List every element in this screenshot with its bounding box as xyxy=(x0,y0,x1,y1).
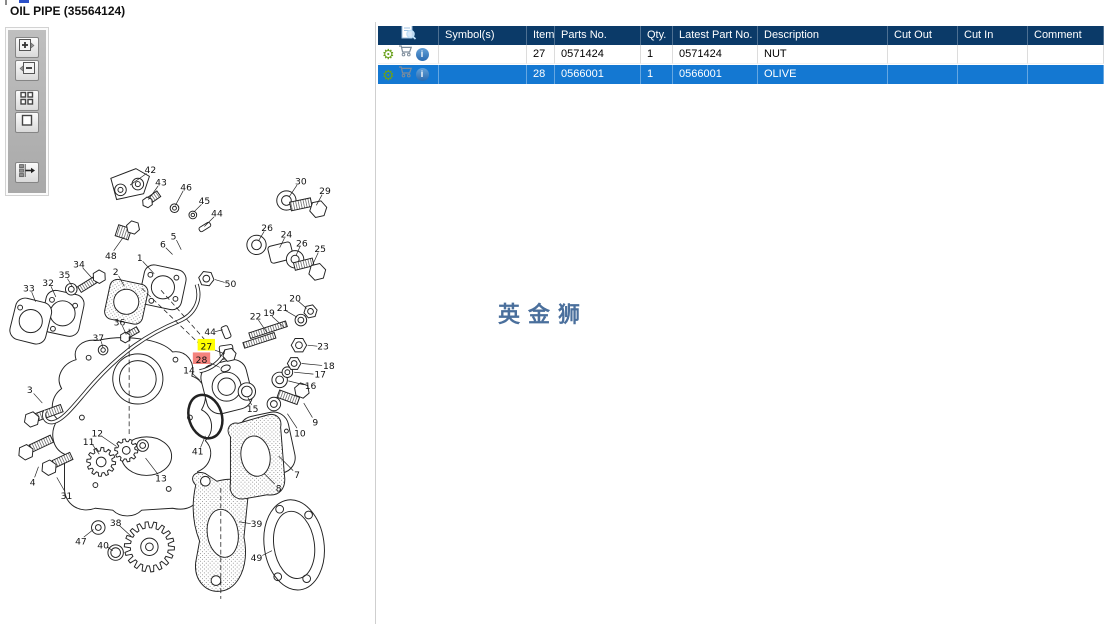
column-header-icons[interactable] xyxy=(378,26,439,45)
cell-item: 28 xyxy=(527,65,555,84)
cell-symbols xyxy=(439,65,527,84)
part-callout-6[interactable]: 6 xyxy=(160,239,166,250)
part-callout-19[interactable]: 19 xyxy=(263,308,275,319)
part-callout-49[interactable]: 49 xyxy=(251,553,263,564)
part-callout-5[interactable]: 5 xyxy=(171,232,177,243)
cell-latest_part_no: 0566001 xyxy=(673,65,758,84)
part-callout-33[interactable]: 33 xyxy=(23,284,35,295)
column-header-parts_no[interactable]: Parts No. xyxy=(555,26,641,45)
cropped-ui-fragment xyxy=(19,0,29,3)
cell-parts_no: 0571424 xyxy=(555,45,641,64)
cell-description: NUT xyxy=(758,45,888,64)
part-callout-20[interactable]: 20 xyxy=(289,293,301,304)
cell-cut_out xyxy=(888,65,958,84)
preview-icon xyxy=(398,26,418,45)
part-callout-21[interactable]: 21 xyxy=(277,303,289,314)
part-callout-40[interactable]: 40 xyxy=(97,540,109,551)
cell-parts_no: 0566001 xyxy=(555,65,641,84)
table-row[interactable]: ⚙ i 27 0571424 1 0571424 NUT xyxy=(378,45,1104,64)
part-callout-27[interactable]: 27 xyxy=(201,342,213,353)
part-callout-32[interactable]: 32 xyxy=(42,278,54,289)
part-callout-42[interactable]: 42 xyxy=(145,165,157,176)
part-callout-37[interactable]: 37 xyxy=(92,333,104,344)
column-header-cut_in[interactable]: Cut In xyxy=(958,26,1028,45)
part-callout-22[interactable]: 22 xyxy=(250,312,262,323)
cell-comment xyxy=(1028,45,1104,64)
part-callout-12[interactable]: 12 xyxy=(91,428,103,439)
pane-divider xyxy=(375,22,376,624)
cropped-ui-fragment xyxy=(5,0,7,5)
part-callout-35[interactable]: 35 xyxy=(59,270,71,281)
part-callout-15[interactable]: 15 xyxy=(247,404,259,415)
table-header-row: Symbol(s) Item Parts No. Qty. Latest Part No… xyxy=(378,26,1104,45)
part-callout-29[interactable]: 29 xyxy=(319,186,331,197)
column-header-symbols[interactable]: Symbol(s) xyxy=(439,26,527,45)
parts-table: Symbol(s) Item Parts No. Qty. Latest Part No… xyxy=(378,26,1104,84)
cell-item: 27 xyxy=(527,45,555,64)
part-callout-47[interactable]: 47 xyxy=(75,536,87,547)
part-callout-3[interactable]: 3 xyxy=(27,385,33,396)
gear-icon[interactable]: ⚙ xyxy=(382,68,395,82)
column-header-item[interactable]: Item xyxy=(527,26,555,45)
part-callout-48[interactable]: 48 xyxy=(105,251,117,262)
column-header-description[interactable]: Description xyxy=(758,26,888,45)
cart-icon[interactable] xyxy=(398,45,413,63)
part-callout-44[interactable]: 44 xyxy=(204,327,216,338)
part-callout-39[interactable]: 39 xyxy=(251,519,263,530)
cell-cut_in xyxy=(958,45,1028,64)
part-callout-14[interactable]: 14 xyxy=(183,366,195,377)
cell-qty: 1 xyxy=(641,65,673,84)
info-icon[interactable]: i xyxy=(415,68,429,81)
info-icon[interactable]: i xyxy=(415,47,429,61)
part-callout-44[interactable]: 44 xyxy=(211,208,223,219)
cell-icons: ⚙ i xyxy=(378,45,439,64)
cell-description: OLIVE xyxy=(758,65,888,84)
part-callout-26[interactable]: 26 xyxy=(296,238,308,249)
part-callout-30[interactable]: 30 xyxy=(295,177,307,188)
watermark-text: 英金狮 xyxy=(498,302,589,327)
page-title: OIL PIPE (35564124) xyxy=(10,4,126,18)
part-callout-38[interactable]: 38 xyxy=(110,518,122,529)
cart-icon[interactable] xyxy=(398,65,413,84)
part-callout-2[interactable]: 2 xyxy=(113,267,119,278)
column-header-comment[interactable]: Comment xyxy=(1028,26,1104,45)
title-bar: OIL PIPE (35564124) xyxy=(0,0,1104,22)
epc-viewer-window: OIL PIPE (35564124) 1 2 3 4 5 6 7 8 9 10 11 12 13 14 1… xyxy=(0,0,1104,624)
part-callout-7[interactable]: 7 xyxy=(294,470,300,481)
part-callout-1[interactable]: 1 xyxy=(137,253,143,264)
cell-qty: 1 xyxy=(641,45,673,64)
part-callout-43[interactable]: 43 xyxy=(155,178,167,189)
part-callout-9[interactable]: 9 xyxy=(312,418,318,429)
part-callout-31[interactable]: 31 xyxy=(61,491,73,502)
cell-cut_in xyxy=(958,65,1028,84)
part-callout-28[interactable]: 28 xyxy=(196,355,208,366)
part-callout-16[interactable]: 16 xyxy=(305,381,317,392)
part-callout-13[interactable]: 13 xyxy=(155,474,167,485)
part-callout-26[interactable]: 26 xyxy=(261,223,273,234)
cell-icons: ⚙ i xyxy=(378,65,439,84)
column-header-latest_part_no[interactable]: Latest Part No. xyxy=(673,26,758,45)
cell-cut_out xyxy=(888,45,958,64)
gear-icon[interactable]: ⚙ xyxy=(382,47,395,61)
part-callout-23[interactable]: 23 xyxy=(317,342,329,353)
cell-symbols xyxy=(439,45,527,64)
column-header-qty[interactable]: Qty. xyxy=(641,26,673,45)
table-row[interactable]: ⚙ i 28 0566001 1 0566001 OLIVE xyxy=(378,64,1104,84)
parts-diagram[interactable]: 1234567891011121314151617181920212223242… xyxy=(0,22,376,624)
part-callout-4[interactable]: 4 xyxy=(30,478,36,489)
part-callout-25[interactable]: 25 xyxy=(314,244,326,255)
part-callout-41[interactable]: 41 xyxy=(192,447,204,458)
part-callout-18[interactable]: 18 xyxy=(323,361,335,372)
part-callout-8[interactable]: 8 xyxy=(276,483,282,494)
part-callout-34[interactable]: 34 xyxy=(73,260,85,271)
part-callout-46[interactable]: 46 xyxy=(180,182,192,193)
part-callout-45[interactable]: 45 xyxy=(199,196,211,207)
part-callout-24[interactable]: 24 xyxy=(281,230,293,241)
part-callout-36[interactable]: 36 xyxy=(114,317,126,328)
column-header-cut_out[interactable]: Cut Out xyxy=(888,26,958,45)
cell-comment xyxy=(1028,65,1104,84)
part-callout-50[interactable]: 50 xyxy=(225,279,237,290)
part-callout-10[interactable]: 10 xyxy=(294,428,306,439)
cell-latest_part_no: 0571424 xyxy=(673,45,758,64)
